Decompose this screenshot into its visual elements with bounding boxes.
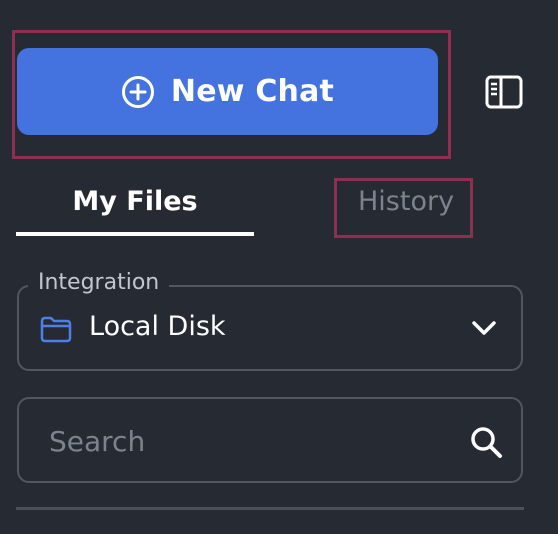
search-box: [17, 397, 523, 483]
divider: [16, 507, 524, 510]
sidebar-panel-icon[interactable]: [485, 75, 523, 109]
integration-legend: Integration: [28, 270, 170, 295]
integration-value: Local Disk: [89, 311, 226, 342]
new-chat-button[interactable]: New Chat: [17, 48, 438, 135]
new-chat-label: New Chat: [170, 74, 335, 109]
tab-history[interactable]: History: [358, 186, 454, 217]
plus-circle-icon: [121, 75, 155, 109]
active-tab-indicator: [16, 232, 254, 236]
search-input[interactable]: [47, 419, 451, 463]
folder-icon: [39, 315, 73, 343]
chevron-down-icon[interactable]: [469, 316, 499, 340]
tab-my-files[interactable]: My Files: [16, 186, 254, 217]
search-icon[interactable]: [469, 425, 503, 459]
